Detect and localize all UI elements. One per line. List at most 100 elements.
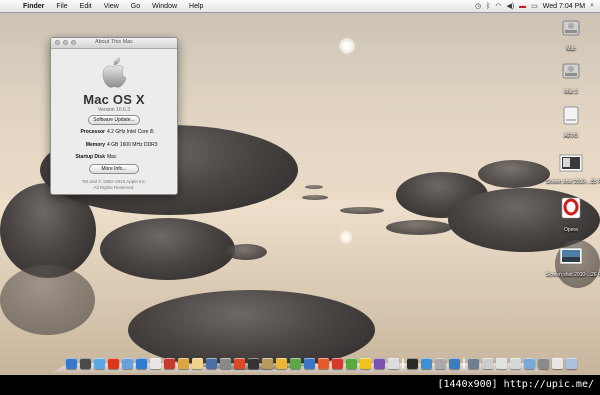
screenshot-file-icon bbox=[559, 154, 583, 172]
dock-app-icon[interactable] bbox=[262, 358, 273, 369]
rock bbox=[100, 218, 235, 280]
hard-drive-icon bbox=[562, 20, 580, 36]
sun-reflection bbox=[340, 230, 352, 244]
menu-bar: Finder File Edit View Go Window Help ◷ ᛒ… bbox=[0, 0, 600, 13]
rock bbox=[340, 207, 384, 214]
dock-app-icon[interactable] bbox=[248, 358, 259, 369]
desktop-icon-aevo[interactable]: AEVO bbox=[546, 104, 596, 139]
menu-file[interactable]: File bbox=[50, 3, 73, 10]
software-update-button[interactable]: Software Update... bbox=[88, 115, 140, 125]
external-drive-icon bbox=[563, 106, 579, 125]
memory-value: 4 GB 1600 MHz DDR3 bbox=[107, 142, 158, 148]
about-this-mac-window: About This Mac Mac OS X Version 10.6.3 S… bbox=[50, 37, 178, 195]
desktop-icon-label: Mac 2 bbox=[564, 89, 578, 95]
os-name: Mac OS X bbox=[83, 92, 145, 107]
dock-app-icon[interactable] bbox=[80, 358, 91, 369]
dock-app-icon[interactable] bbox=[388, 358, 399, 369]
image-caption: [1440x900] http://upic.me/ bbox=[0, 375, 600, 395]
menu-help[interactable]: Help bbox=[183, 3, 209, 10]
desktop-icon-label: Opera bbox=[564, 227, 578, 233]
window-title: About This Mac bbox=[94, 39, 134, 45]
desktop-icon-opera[interactable]: Opera bbox=[546, 196, 596, 233]
menu-finder[interactable]: Finder bbox=[17, 3, 50, 10]
dock-icons bbox=[66, 353, 577, 369]
dock-app-icon[interactable] bbox=[304, 358, 315, 369]
wifi-icon[interactable]: ◠ bbox=[495, 2, 501, 10]
dock-app-icon[interactable] bbox=[150, 358, 161, 369]
dock-app-icon[interactable] bbox=[360, 358, 371, 369]
desktop-icon-mac-2[interactable]: Mac 2 bbox=[546, 60, 596, 95]
apple-logo-icon bbox=[102, 57, 127, 88]
desktop-icon-label: AEVO bbox=[564, 133, 578, 139]
os-version: Version 10.6.3 bbox=[98, 107, 130, 113]
dock-app-icon[interactable] bbox=[234, 358, 245, 369]
volume-icon[interactable]: ◀) bbox=[506, 2, 514, 10]
dock-app-icon[interactable] bbox=[346, 358, 357, 369]
dock-app-icon[interactable] bbox=[496, 358, 507, 369]
dock bbox=[51, 351, 577, 373]
rock bbox=[478, 160, 550, 188]
dock-app-icon[interactable] bbox=[538, 358, 549, 369]
desktop: Finder File Edit View Go Window Help ◷ ᛒ… bbox=[0, 0, 600, 375]
desktop-icon-mac[interactable]: Mac bbox=[546, 17, 596, 52]
dock-app-icon[interactable] bbox=[94, 358, 105, 369]
startup-disk-label: Startup Disk bbox=[75, 154, 105, 160]
dock-app-icon[interactable] bbox=[108, 358, 119, 369]
dock-app-icon[interactable] bbox=[524, 358, 535, 369]
dock-app-icon[interactable] bbox=[463, 358, 465, 369]
more-info-button[interactable]: More Info... bbox=[89, 164, 139, 174]
bluetooth-icon[interactable]: ᛒ bbox=[486, 3, 490, 10]
desktop-icon-label: Screen shot 2010-...26 PM bbox=[546, 272, 600, 278]
dock-app-icon[interactable] bbox=[220, 358, 231, 369]
menu-go[interactable]: Go bbox=[125, 3, 146, 10]
dock-app-icon[interactable] bbox=[407, 358, 418, 369]
rock bbox=[305, 185, 323, 189]
dock-app-icon[interactable] bbox=[552, 358, 563, 369]
dock-app-icon[interactable] bbox=[164, 358, 175, 369]
dock-app-icon[interactable] bbox=[421, 358, 432, 369]
dock-app-icon[interactable] bbox=[206, 358, 217, 369]
time-machine-icon[interactable]: ◷ bbox=[475, 2, 481, 10]
window-titlebar[interactable]: About This Mac bbox=[51, 38, 177, 49]
desktop-icon-screenshot-1[interactable]: Screen shot 2010-...55 PM bbox=[546, 154, 600, 185]
screenshot-file-icon bbox=[559, 247, 583, 265]
dock-app-icon[interactable] bbox=[290, 358, 301, 369]
dock-app-icon[interactable] bbox=[566, 358, 577, 369]
dock-app-icon[interactable] bbox=[468, 358, 479, 369]
copyright-line-2: All Rights Reserved. bbox=[93, 185, 135, 190]
spotlight-icon[interactable]: ⌕ bbox=[590, 2, 594, 10]
memory-label: Memory bbox=[85, 142, 105, 148]
rock bbox=[225, 244, 267, 260]
desktop-icon-screenshot-2[interactable]: Screen shot 2010-...26 PM bbox=[546, 247, 600, 278]
dock-app-icon[interactable] bbox=[374, 358, 385, 369]
rock bbox=[386, 220, 452, 235]
menu-edit[interactable]: Edit bbox=[74, 3, 98, 10]
input-flag-icon[interactable]: ▬ bbox=[519, 3, 526, 10]
rock bbox=[0, 265, 95, 335]
opera-icon bbox=[561, 197, 581, 219]
dock-app-icon[interactable] bbox=[276, 358, 287, 369]
dock-app-icon[interactable] bbox=[482, 358, 493, 369]
caption-text: [1440x900] http://upic.me/ bbox=[437, 379, 594, 390]
dock-app-icon[interactable] bbox=[510, 358, 521, 369]
dock-app-icon[interactable] bbox=[332, 358, 343, 369]
dock-app-icon[interactable] bbox=[192, 358, 203, 369]
clock[interactable]: Wed 7:04 PM bbox=[543, 3, 585, 10]
rock bbox=[302, 195, 328, 200]
battery-icon[interactable]: ▭ bbox=[531, 2, 538, 10]
dock-app-icon[interactable] bbox=[136, 358, 147, 369]
desktop-icon-label: Mac bbox=[566, 46, 576, 52]
dock-app-icon[interactable] bbox=[178, 358, 189, 369]
menu-window[interactable]: Window bbox=[146, 3, 183, 10]
dock-app-icon[interactable] bbox=[435, 358, 446, 369]
menu-view[interactable]: View bbox=[98, 3, 125, 10]
hard-drive-icon bbox=[562, 63, 580, 79]
processor-label: Processor bbox=[80, 129, 105, 135]
processor-value: 4.2 GHz Intel Core i5 bbox=[107, 129, 154, 135]
dock-app-icon[interactable] bbox=[66, 358, 77, 369]
dock-app-icon[interactable] bbox=[402, 358, 404, 369]
dock-app-icon[interactable] bbox=[318, 358, 329, 369]
dock-app-icon[interactable] bbox=[122, 358, 133, 369]
dock-app-icon[interactable] bbox=[449, 358, 460, 369]
sun bbox=[339, 38, 355, 54]
